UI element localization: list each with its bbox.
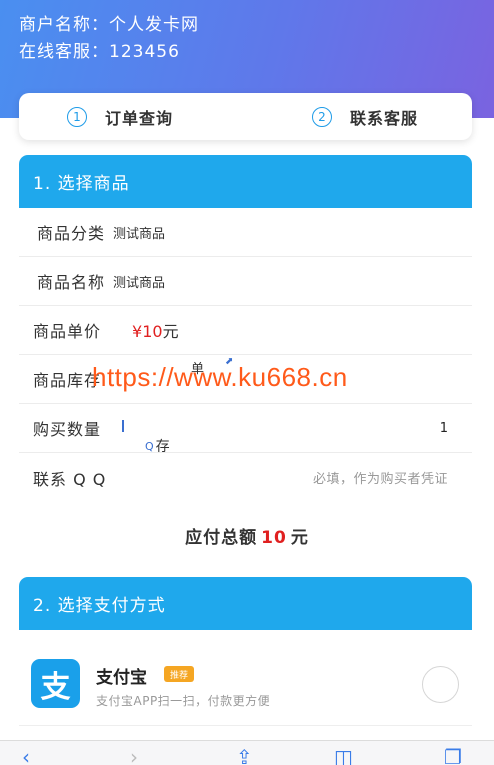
quantity-row[interactable]: 购买数量 1	[19, 404, 472, 453]
product-name-select[interactable]: 测试商品	[113, 272, 165, 291]
back-icon[interactable]: ‹	[22, 747, 30, 765]
tab-order-query[interactable]: 1 订单查询	[67, 93, 173, 140]
tabs-card: 1 订单查询 2 联系客服	[19, 93, 472, 140]
total-amount: 应付总额 10 元	[185, 528, 309, 548]
tab-contact-service-label: 联系客服	[350, 108, 419, 128]
forward-icon[interactable]: ›	[130, 747, 138, 765]
qq-input[interactable]: 必填，作为购买者凭证	[313, 468, 448, 487]
watermark: https://www.ku668.cn	[92, 362, 348, 392]
payment-radio[interactable]	[422, 666, 459, 703]
product-category-select[interactable]: 测试商品	[113, 223, 165, 242]
bookmarks-icon[interactable]: ◫	[334, 747, 353, 765]
product-name-label: 商品名称	[37, 273, 106, 292]
product-name-row[interactable]: 商品名称 测试商品	[19, 257, 472, 306]
payment-option-alipay[interactable]: 支 支付宝 推荐 支付宝APP扫一扫，付款更方便	[19, 630, 472, 726]
online-service: 在线客服：123456	[19, 42, 180, 62]
stock-widget-overlay: Q存	[145, 439, 170, 455]
product-category-row[interactable]: 商品分类 测试商品	[19, 208, 472, 257]
quantity-input[interactable]: 1	[440, 421, 448, 436]
section-select-payment: 2. 选择支付方式	[19, 577, 472, 630]
search-icon: Q	[145, 439, 154, 453]
recommend-badge: 推荐	[164, 666, 195, 682]
section-select-product: 1. 选择商品	[19, 155, 472, 208]
tabs-icon[interactable]: ❐	[444, 747, 462, 765]
qq-label: 联系 Q Q	[33, 469, 107, 489]
product-category-label: 商品分类	[37, 224, 106, 243]
quantity-label: 购买数量	[33, 420, 102, 439]
step-2-icon: 2	[312, 106, 332, 127]
merchant-name: 商户名称：个人发卡网	[19, 15, 199, 35]
product-price-value: ¥10元	[132, 322, 179, 341]
share-icon[interactable]: ⇪	[236, 747, 253, 765]
payment-desc: 支付宝APP扫一扫，付款更方便	[96, 694, 271, 708]
browser-toolbar: ‹ › ⇪ ◫ ❐	[0, 740, 494, 765]
alipay-icon: 支	[31, 659, 80, 708]
tab-order-query-label: 订单查询	[105, 108, 174, 128]
product-price-label: 商品单价	[33, 322, 102, 341]
product-stock-label: 商品库存	[33, 371, 102, 390]
text-cursor-icon	[122, 420, 124, 432]
step-1-icon: 1	[67, 106, 87, 127]
product-price-row: 商品单价 ¥10元	[19, 306, 472, 355]
qq-row[interactable]: 联系 Q Q 必填，作为购买者凭证	[19, 453, 472, 502]
payment-name: 支付宝	[96, 668, 147, 688]
tab-contact-service[interactable]: 2 联系客服	[312, 93, 418, 140]
